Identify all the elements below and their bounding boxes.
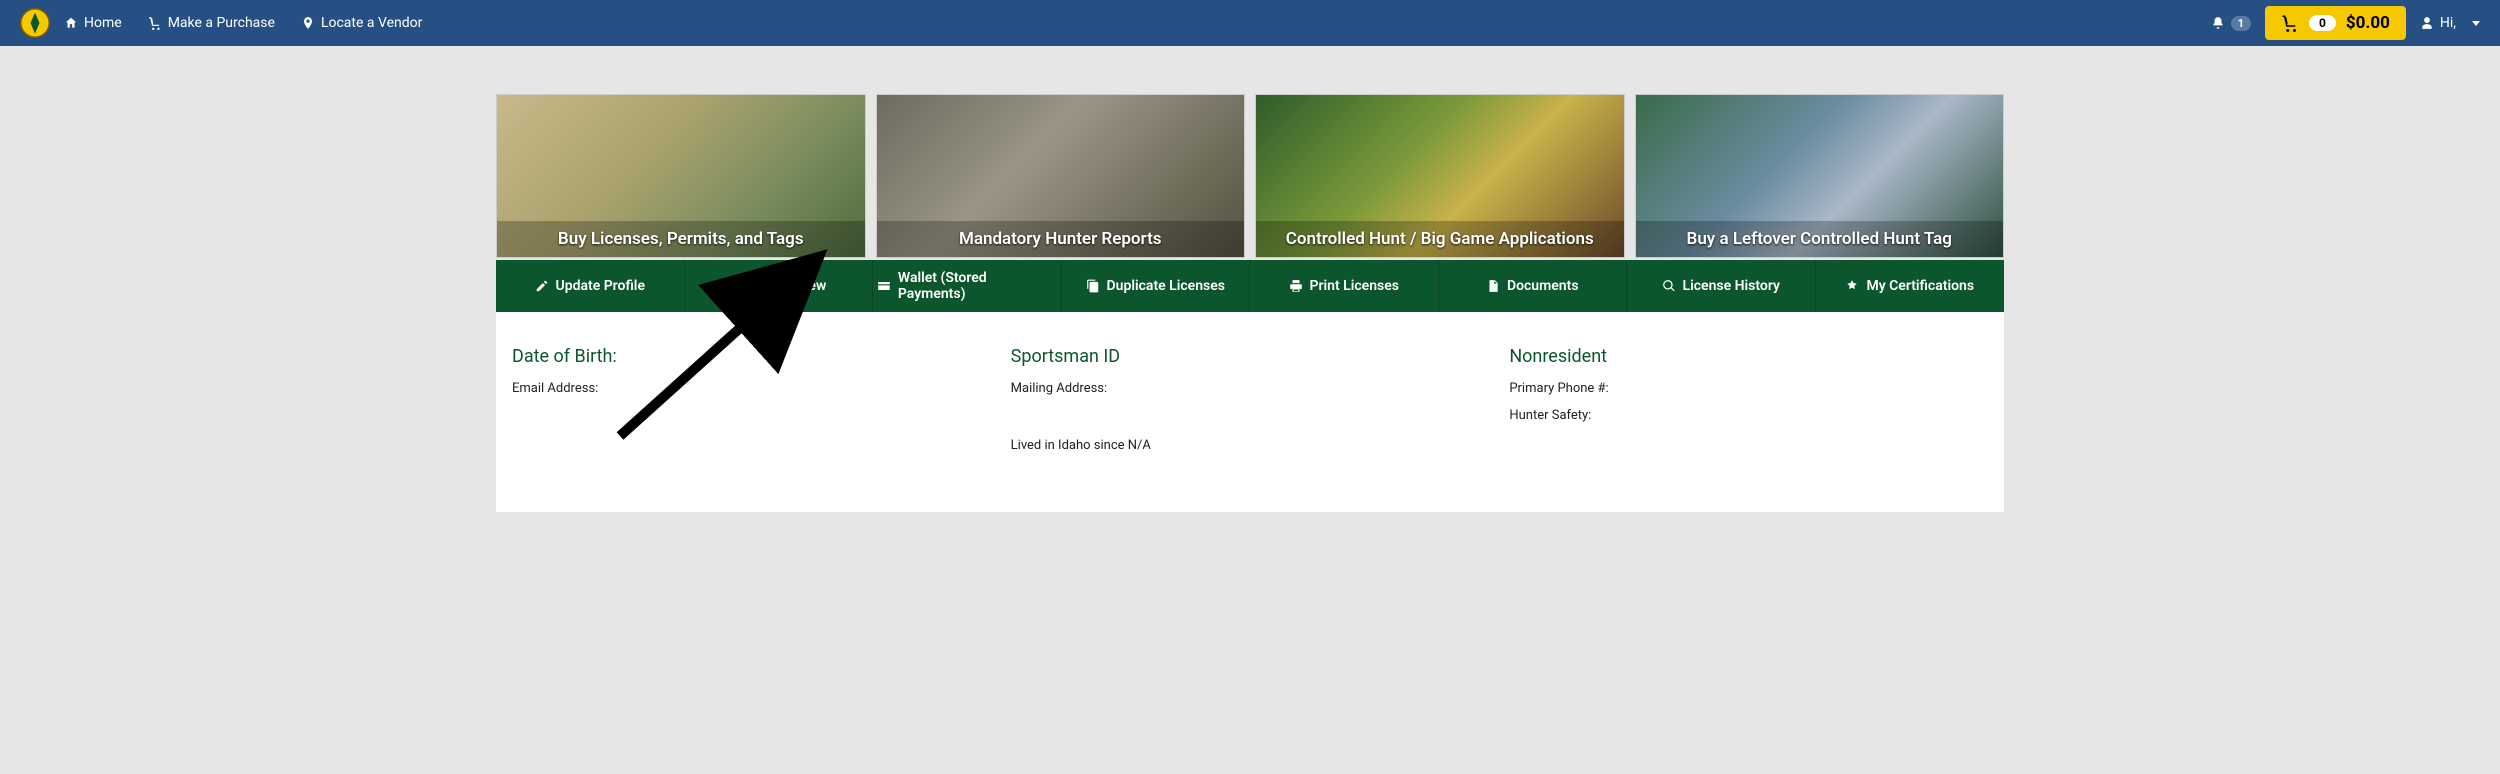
greeting-label: Hi,	[2440, 15, 2456, 31]
search-icon	[1662, 279, 1676, 293]
header-right: 1 0 $0.00 Hi,	[2211, 6, 2480, 40]
tile-buy-licenses[interactable]: Buy Licenses, Permits, and Tags	[496, 94, 866, 258]
tile-caption: Mandatory Hunter Reports	[877, 221, 1245, 257]
tile-leftover-tag[interactable]: Buy a Leftover Controlled Hunt Tag	[1635, 94, 2005, 258]
action-wallet[interactable]: Wallet (Stored Payments)	[873, 260, 1062, 312]
tile-hunter-reports[interactable]: Mandatory Hunter Reports	[876, 94, 1246, 258]
gear-icon	[730, 279, 744, 293]
action-label: License History	[1683, 278, 1780, 294]
copy-icon	[1086, 279, 1100, 293]
document-icon	[1486, 279, 1500, 293]
profile-col-2: Sportsman ID Mailing Address: Lived in I…	[1011, 346, 1490, 472]
home-icon	[64, 16, 78, 30]
sportsman-heading: Sportsman ID	[1011, 346, 1490, 367]
action-auto-renew[interactable]: Auto Renew	[685, 260, 874, 312]
profile-col-3: Nonresident Primary Phone #: Hunter Safe…	[1509, 346, 1988, 472]
phone-label: Primary Phone #:	[1509, 381, 1988, 396]
top-navbar: Home Make a Purchase Locate a Vendor 1 0…	[0, 0, 2500, 46]
safety-label: Hunter Safety:	[1509, 408, 1988, 423]
nav-home[interactable]: Home	[64, 15, 122, 31]
mailing-label: Mailing Address:	[1011, 381, 1490, 396]
email-label: Email Address:	[512, 381, 991, 396]
primary-nav: Home Make a Purchase Locate a Vendor	[64, 15, 2211, 31]
action-history[interactable]: License History	[1627, 260, 1816, 312]
action-label: Auto Renew	[751, 278, 826, 294]
profile-col-1: Date of Birth: Email Address:	[512, 346, 991, 472]
residency-heading: Nonresident	[1509, 346, 1988, 367]
map-pin-icon	[301, 16, 315, 30]
action-label: Update Profile	[556, 278, 645, 294]
page-content: Buy Licenses, Permits, and Tags Mandator…	[496, 46, 2004, 512]
nav-vendor[interactable]: Locate a Vendor	[301, 15, 422, 31]
notifications-button[interactable]: 1	[2211, 16, 2251, 31]
tile-caption: Controlled Hunt / Big Game Applications	[1256, 221, 1624, 257]
notifications-count: 1	[2231, 16, 2251, 31]
cart-icon	[2281, 14, 2299, 32]
user-icon	[2420, 16, 2434, 30]
nav-home-label: Home	[84, 15, 122, 31]
nav-purchase-label: Make a Purchase	[168, 15, 275, 31]
action-label: Documents	[1507, 278, 1579, 294]
action-duplicate[interactable]: Duplicate Licenses	[1062, 260, 1251, 312]
action-label: My Certifications	[1866, 278, 1974, 294]
chevron-down-icon	[2472, 21, 2480, 26]
tile-controlled-hunt[interactable]: Controlled Hunt / Big Game Applications	[1255, 94, 1625, 258]
cart-count: 0	[2309, 15, 2336, 31]
nav-purchase[interactable]: Make a Purchase	[148, 15, 275, 31]
bell-icon	[2211, 16, 2225, 30]
cart-total: $0.00	[2346, 13, 2390, 33]
tile-caption: Buy Licenses, Permits, and Tags	[497, 221, 865, 257]
action-documents[interactable]: Documents	[1439, 260, 1628, 312]
edit-icon	[535, 279, 549, 293]
action-label: Print Licenses	[1310, 278, 1399, 294]
credit-card-icon	[877, 279, 891, 293]
cart-icon	[148, 16, 162, 30]
action-print[interactable]: Print Licenses	[1250, 260, 1439, 312]
badge-icon	[1845, 279, 1859, 293]
action-label: Duplicate Licenses	[1107, 278, 1225, 294]
feature-tiles: Buy Licenses, Permits, and Tags Mandator…	[496, 94, 2004, 258]
cart-button[interactable]: 0 $0.00	[2265, 6, 2406, 40]
action-label: Wallet (Stored Payments)	[898, 270, 1057, 302]
lived-since: Lived in Idaho since N/A	[1011, 438, 1490, 453]
dob-heading: Date of Birth:	[512, 346, 991, 367]
print-icon	[1289, 279, 1303, 293]
agency-logo	[20, 8, 50, 38]
user-menu[interactable]: Hi,	[2420, 15, 2480, 31]
profile-panel: Date of Birth: Email Address: Sportsman …	[496, 312, 2004, 512]
action-update-profile[interactable]: Update Profile	[496, 260, 685, 312]
action-certifications[interactable]: My Certifications	[1816, 260, 2005, 312]
action-bar: Update Profile Auto Renew Wallet (Stored…	[496, 260, 2004, 312]
nav-vendor-label: Locate a Vendor	[321, 15, 422, 31]
tile-caption: Buy a Leftover Controlled Hunt Tag	[1636, 221, 2004, 257]
